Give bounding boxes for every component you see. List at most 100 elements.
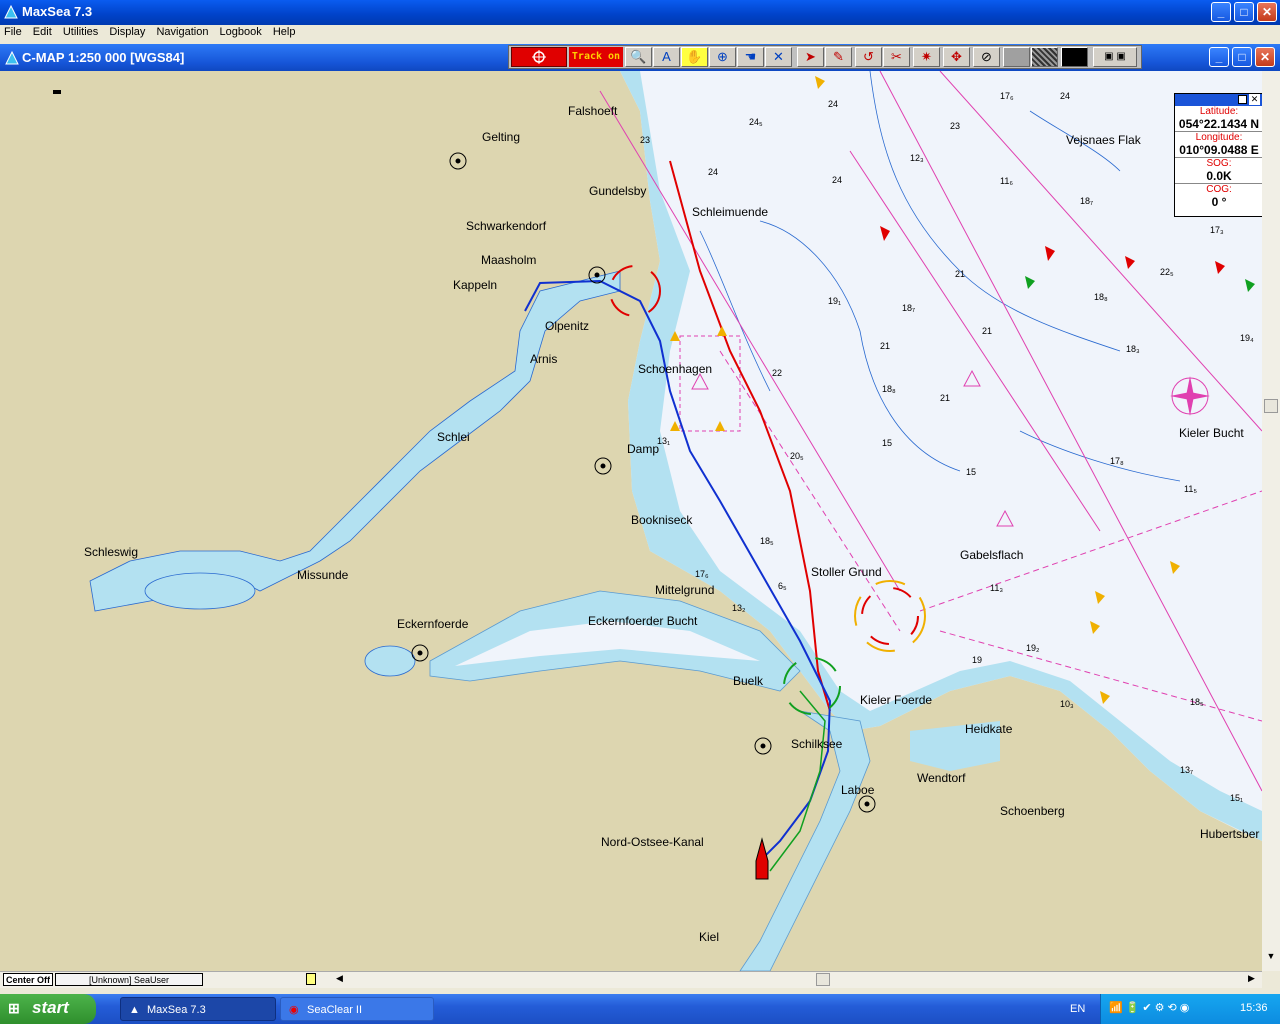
vertical-scroll-thumb[interactable] bbox=[1264, 399, 1278, 413]
latitude-label: Latitude: bbox=[1175, 106, 1263, 117]
compass-icon[interactable]: A bbox=[653, 47, 680, 67]
label-stoller-grund: Stoller Grund bbox=[811, 565, 882, 579]
task-maxsea-label: MaxSea 7.3 bbox=[147, 1004, 206, 1016]
horizontal-scroll-thumb[interactable] bbox=[816, 973, 830, 986]
label-schoenberg: Schoenberg bbox=[1000, 804, 1065, 818]
menu-logbook[interactable]: Logbook bbox=[216, 25, 266, 39]
status-scroll-bar: Center Off [Unknown] SeaUser ◀ ▶ bbox=[0, 971, 1262, 988]
menu-edit[interactable]: Edit bbox=[29, 25, 56, 39]
label-eckernfoerde: Eckernfoerde bbox=[397, 617, 469, 631]
scroll-left-arrow-icon[interactable]: ◀ bbox=[336, 973, 346, 985]
pencil-icon[interactable]: ✎ bbox=[825, 47, 852, 67]
system-tray: 📶🔋✔⚙⟲◉ 15:36 bbox=[1100, 994, 1280, 1024]
longitude-value: 010°09.0488 E bbox=[1175, 143, 1263, 158]
label-hubertsber: Hubertsber bbox=[1200, 827, 1260, 841]
minimize-button[interactable]: _ bbox=[1211, 2, 1231, 22]
scroll-right-arrow-icon[interactable]: ▶ bbox=[1248, 973, 1258, 985]
cog-value: 0 ° bbox=[1211, 195, 1227, 209]
label-schleswig: Schleswig bbox=[84, 545, 139, 559]
label-kappeln: Kappeln bbox=[453, 278, 498, 292]
night-mode-button[interactable] bbox=[1061, 47, 1088, 67]
label-bookniseck: Bookniseck bbox=[631, 513, 693, 527]
language-indicator[interactable]: EN bbox=[1070, 1003, 1085, 1015]
chart-minimize-button[interactable]: _ bbox=[1209, 47, 1229, 67]
clock[interactable]: 15:36 bbox=[1240, 1002, 1268, 1014]
navigation-info-panel[interactable]: ✕ Latitude: 054°22.1434 N Longitude: 010… bbox=[1174, 93, 1264, 217]
menu-display[interactable]: Display bbox=[105, 25, 149, 39]
info-close-button[interactable]: ✕ bbox=[1249, 94, 1260, 105]
nautical-chart[interactable]: 24₅ 24 24 23 12₃ 24 24 23 11₆ 18₇ 21 21 … bbox=[0, 71, 1262, 971]
window-layout-icon[interactable]: ▣ ▣ bbox=[1093, 47, 1137, 67]
label-laboe: Laboe bbox=[841, 783, 875, 797]
task-maxsea[interactable]: ▲ MaxSea 7.3 bbox=[120, 997, 276, 1021]
label-arnis: Arnis bbox=[530, 352, 558, 366]
label-falshoeft: Falshoeft bbox=[568, 104, 618, 118]
compass-rose bbox=[1170, 376, 1210, 416]
no-entry-icon[interactable]: ⊘ bbox=[973, 47, 1000, 67]
select-arrow-icon[interactable]: ➤ bbox=[797, 47, 824, 67]
label-olpenitz: Olpenitz bbox=[545, 319, 590, 333]
label-mittelgrund: Mittelgrund bbox=[655, 583, 715, 597]
label-damp: Damp bbox=[627, 442, 660, 456]
menu-utilities[interactable]: Utilities bbox=[59, 25, 102, 39]
undo-icon[interactable]: ↺ bbox=[855, 47, 882, 67]
zoom-icon[interactable]: 🔍 bbox=[625, 47, 652, 67]
grey-blank-button[interactable] bbox=[1003, 47, 1030, 67]
info-panel-header[interactable]: ✕ bbox=[1175, 94, 1263, 106]
label-heidkate: Heidkate bbox=[965, 722, 1013, 736]
close-button[interactable]: ✕ bbox=[1257, 2, 1277, 22]
label-buelk: Buelk bbox=[733, 674, 764, 688]
crosshair-icon[interactable]: ⊕ bbox=[709, 47, 736, 67]
app-title: MaxSea 7.3 bbox=[22, 4, 93, 19]
start-button[interactable]: ⊞ start bbox=[0, 994, 96, 1024]
label-nord-ostsee-kanal: Nord-Ostsee-Kanal bbox=[601, 835, 704, 849]
label-kieler-foerde: Kieler Foerde bbox=[860, 693, 933, 707]
tray-icons[interactable]: 📶🔋✔⚙⟲◉ bbox=[1109, 1001, 1192, 1014]
label-gundelsby: Gundelsby bbox=[589, 184, 647, 198]
latitude-value: 054°22.1434 N bbox=[1175, 117, 1263, 132]
measure-icon[interactable]: ✕ bbox=[765, 47, 792, 67]
seaclear-task-icon: ◉ bbox=[289, 1004, 299, 1016]
track-on-button[interactable]: Track on bbox=[569, 47, 623, 67]
sog-label: SOG: bbox=[1175, 158, 1263, 169]
cog-label: COG: bbox=[1175, 184, 1263, 195]
menu-file[interactable]: File bbox=[0, 25, 26, 39]
label-schlei: Schlei bbox=[437, 430, 470, 444]
hand-pan-icon[interactable]: ✋ bbox=[681, 47, 708, 67]
stop-track-button[interactable] bbox=[511, 47, 567, 67]
target-icon[interactable]: ✷ bbox=[913, 47, 940, 67]
chart-window-title: C-MAP 1:250 000 [WGS84] bbox=[22, 50, 185, 65]
sog-value: 0.0K bbox=[1175, 169, 1263, 184]
label-vejsnaes-flak: Vejsnaes Flak bbox=[1066, 133, 1141, 147]
move-icon[interactable]: ✥ bbox=[943, 47, 970, 67]
scroll-down-arrow-icon[interactable]: ▼ bbox=[1264, 951, 1278, 967]
label-wendtorf: Wendtorf bbox=[917, 771, 966, 785]
center-off-button[interactable]: Center Off bbox=[3, 973, 53, 986]
label-maasholm: Maasholm bbox=[481, 253, 537, 267]
maxsea-app-icon bbox=[4, 4, 18, 19]
label-gabelsflach: Gabelsflach bbox=[960, 548, 1024, 562]
label-kieler-bucht: Kieler Bucht bbox=[1179, 426, 1244, 440]
longitude-label: Longitude: bbox=[1175, 132, 1263, 143]
task-seaclear-label: SeaClear II bbox=[307, 1004, 363, 1016]
menu-help[interactable]: Help bbox=[269, 25, 300, 39]
chart-close-button[interactable]: ✕ bbox=[1255, 47, 1275, 67]
info-restore-button[interactable] bbox=[1238, 95, 1247, 104]
start-label: start bbox=[32, 998, 69, 1017]
chart-maximize-button[interactable]: □ bbox=[1232, 47, 1252, 67]
scissors-icon[interactable]: ✂ bbox=[883, 47, 910, 67]
chart-toolbar: Track on 🔍 A ✋ ⊕ ☚ ✕ ➤ ✎ ↺ ✂ ✷ ✥ ⊘ ▣ ▣ bbox=[508, 45, 1142, 69]
hatched-button[interactable] bbox=[1031, 47, 1058, 67]
app-title-bar: MaxSea 7.3 _ □ ✕ bbox=[0, 0, 1280, 25]
menu-bar: File Edit Utilities Display Navigation L… bbox=[0, 25, 1280, 43]
vertical-scrollbar[interactable]: ▼ bbox=[1262, 71, 1280, 971]
grab-icon[interactable]: ☚ bbox=[737, 47, 764, 67]
chart-window-icon bbox=[5, 50, 19, 68]
label-missunde: Missunde bbox=[297, 568, 349, 582]
status-indicator bbox=[306, 973, 316, 985]
task-seaclear[interactable]: ◉ SeaClear II bbox=[280, 997, 434, 1021]
windows-logo-icon: ⊞ bbox=[8, 1000, 20, 1016]
maximize-button[interactable]: □ bbox=[1234, 2, 1254, 22]
label-eckernfoerder-bucht: Eckernfoerder Bucht bbox=[588, 614, 698, 628]
menu-navigation[interactable]: Navigation bbox=[152, 25, 212, 39]
